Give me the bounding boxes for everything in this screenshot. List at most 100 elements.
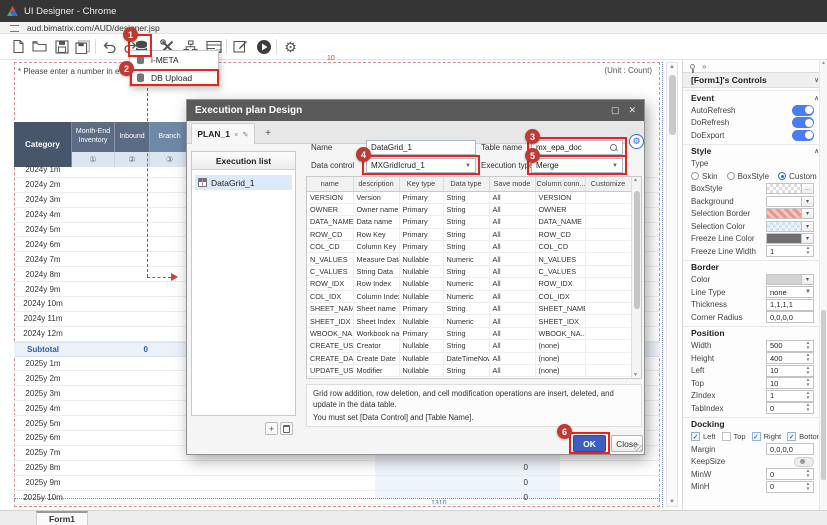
- grid-cell[interactable]: All: [489, 278, 535, 290]
- grid-cell[interactable]: N_VALUES: [535, 253, 585, 265]
- grid-cell[interactable]: [585, 278, 631, 290]
- menu-item-db-upload[interactable]: DB Upload: [130, 69, 218, 87]
- grid-cell[interactable]: Creator: [353, 340, 399, 352]
- grid-cell[interactable]: Nullable: [399, 278, 443, 290]
- doexport-toggle[interactable]: [792, 130, 814, 141]
- radio-option-boxstyle[interactable]: BoxStyle: [727, 172, 770, 181]
- maximize-icon[interactable]: ▢: [611, 106, 620, 115]
- dorefresh-toggle[interactable]: [792, 117, 814, 128]
- grid-cell[interactable]: ROW_IDX: [307, 278, 353, 290]
- grid-cell[interactable]: [585, 216, 631, 228]
- save-icon[interactable]: [52, 37, 71, 56]
- spinner-arrows-icon[interactable]: ▲ ▼: [804, 403, 812, 413]
- grid-cell[interactable]: N_VALUES: [307, 253, 353, 265]
- grid-cell[interactable]: String: [443, 241, 489, 253]
- grid-row[interactable]: DATA_NAMEData namePrimaryStringAllDATA_N…: [307, 216, 631, 228]
- grid-row[interactable]: SHEET_IDXSheet IndexNullableNumericAllSH…: [307, 315, 631, 327]
- grid-cell[interactable]: Measure Data: [353, 253, 399, 265]
- margin-input[interactable]: 0,0,0,0: [766, 443, 814, 455]
- line-type-select[interactable]: none▼: [766, 286, 814, 298]
- grid-cell[interactable]: Numeric: [443, 290, 489, 302]
- grid-cell[interactable]: All: [489, 216, 535, 228]
- grid-cell[interactable]: C_VALUES: [307, 265, 353, 277]
- close-icon[interactable]: ✕: [628, 106, 636, 115]
- grid-cell[interactable]: VERSION: [307, 191, 353, 203]
- canvas-scrollbar[interactable]: ▲ ▼: [666, 62, 678, 507]
- grid-cell[interactable]: SHEET_IDX: [535, 315, 585, 327]
- grid-cell[interactable]: Nullable: [399, 315, 443, 327]
- name-input[interactable]: DataGrid_1: [366, 140, 476, 155]
- execution-list-item-datagrid1[interactable]: DataGrid_1: [195, 175, 292, 190]
- column-header-inbound[interactable]: Inbound: [115, 122, 150, 152]
- grid-cell[interactable]: All: [489, 241, 535, 253]
- grid-cell[interactable]: String: [443, 228, 489, 240]
- data-control-select[interactable]: MXGridIcrud_1▼: [366, 158, 476, 173]
- spinner-arrows-icon[interactable]: ▲ ▼: [804, 246, 812, 256]
- spinner-arrows-icon[interactable]: ▲ ▼: [804, 353, 812, 363]
- grid-cell[interactable]: COL_CD: [307, 241, 353, 253]
- grid-cell[interactable]: [585, 290, 631, 302]
- grid-cell[interactable]: All: [489, 327, 535, 339]
- grid-cell[interactable]: SHEET_NAME: [535, 303, 585, 315]
- run-icon[interactable]: [254, 37, 273, 56]
- grid-cell[interactable]: SHEET_NAME: [307, 303, 353, 315]
- grid-cell[interactable]: Nullable: [399, 265, 443, 277]
- grid-cell[interactable]: All: [489, 253, 535, 265]
- dock-checkbox-bottom[interactable]: ✓Bottom: [787, 432, 823, 441]
- grid-row[interactable]: N_VALUESMeasure DataNullableNumericAllN_…: [307, 253, 631, 265]
- table-row[interactable]: 2025y 9m0: [14, 476, 660, 491]
- grid-cell[interactable]: Primary: [399, 327, 443, 339]
- grid-cell[interactable]: ROW_CD: [307, 228, 353, 240]
- grid-cell[interactable]: String: [443, 216, 489, 228]
- corner-radius-input[interactable]: 0,0,0,0: [766, 311, 814, 323]
- grid-cell[interactable]: VERSION: [535, 191, 585, 203]
- grid-cell[interactable]: DateTimeNow: [443, 352, 489, 364]
- grid-cell[interactable]: Modifier: [353, 364, 399, 376]
- grid-cell[interactable]: COL_CD: [535, 241, 585, 253]
- grid-column-header[interactable]: Customize: [585, 177, 631, 191]
- height-stepper[interactable]: 400▲ ▼: [766, 352, 814, 364]
- table-settings-icon[interactable]: ⚙: [629, 134, 644, 149]
- grid-cell[interactable]: [585, 327, 631, 339]
- grid-row[interactable]: ROW_CDRow KeyPrimaryStringAllROW_CD: [307, 228, 631, 240]
- grid-cell[interactable]: String: [443, 364, 489, 376]
- grid-cell[interactable]: Primary: [399, 216, 443, 228]
- grid-cell[interactable]: CREATE_DATE: [307, 352, 353, 364]
- grid-cell[interactable]: All: [489, 364, 535, 376]
- undo-icon[interactable]: [100, 37, 119, 56]
- grid-cell[interactable]: Create Date: [353, 352, 399, 364]
- grid-cell[interactable]: [585, 265, 631, 277]
- selection-color-swatch[interactable]: [766, 221, 802, 232]
- grid-cell[interactable]: All: [489, 228, 535, 240]
- grid-cell[interactable]: C_VALUES: [535, 265, 585, 277]
- ok-button[interactable]: OK: [573, 435, 606, 452]
- grid-row[interactable]: OWNEROwner namePrimaryStringAllOWNER: [307, 203, 631, 215]
- grid-row[interactable]: COL_CDColumn KeyPrimaryStringAllCOL_CD: [307, 241, 631, 253]
- dialog-titlebar[interactable]: Execution plan Design ▢ ✕: [187, 100, 644, 121]
- grid-cell[interactable]: Primary: [399, 303, 443, 315]
- save-all-icon[interactable]: [73, 37, 92, 56]
- grid-cell[interactable]: SHEET_IDX: [307, 315, 353, 327]
- grid-row[interactable]: ROW_IDXRow IndexNullableNumericAllROW_ID…: [307, 278, 631, 290]
- autorefresh-toggle[interactable]: [792, 105, 814, 116]
- grid-cell[interactable]: Primary: [399, 203, 443, 215]
- grid-row[interactable]: SHEET_NAMESheet namePrimaryStringAllSHEE…: [307, 303, 631, 315]
- grid-cell[interactable]: Nullable: [399, 364, 443, 376]
- boxstyle-picker-button[interactable]: ...: [802, 183, 814, 194]
- column-header-category[interactable]: Category: [14, 122, 72, 167]
- grid-cell[interactable]: Column Key: [353, 241, 399, 253]
- scroll-up-icon[interactable]: ▲: [633, 177, 638, 183]
- grid-cell[interactable]: Data name: [353, 216, 399, 228]
- color-picker-button[interactable]: ▾: [802, 274, 814, 285]
- grid-cell[interactable]: All: [489, 290, 535, 302]
- grid-cell[interactable]: ROW_IDX: [535, 278, 585, 290]
- grid-cell[interactable]: String: [443, 203, 489, 215]
- grid-cell[interactable]: String: [443, 327, 489, 339]
- dock-checkbox-left[interactable]: ✓Left: [691, 432, 716, 441]
- table-row[interactable]: 2025y 10m0: [14, 491, 660, 506]
- column-header-month-end[interactable]: Month-End Inventory: [72, 122, 115, 152]
- grid-cell[interactable]: Numeric: [443, 278, 489, 290]
- grid-row[interactable]: COL_IDXColumn IndexNullableNumericAllCOL…: [307, 290, 631, 302]
- grid-cell[interactable]: WBOOK_NA...: [535, 327, 585, 339]
- spinner-arrows-icon[interactable]: ▲ ▼: [804, 469, 812, 479]
